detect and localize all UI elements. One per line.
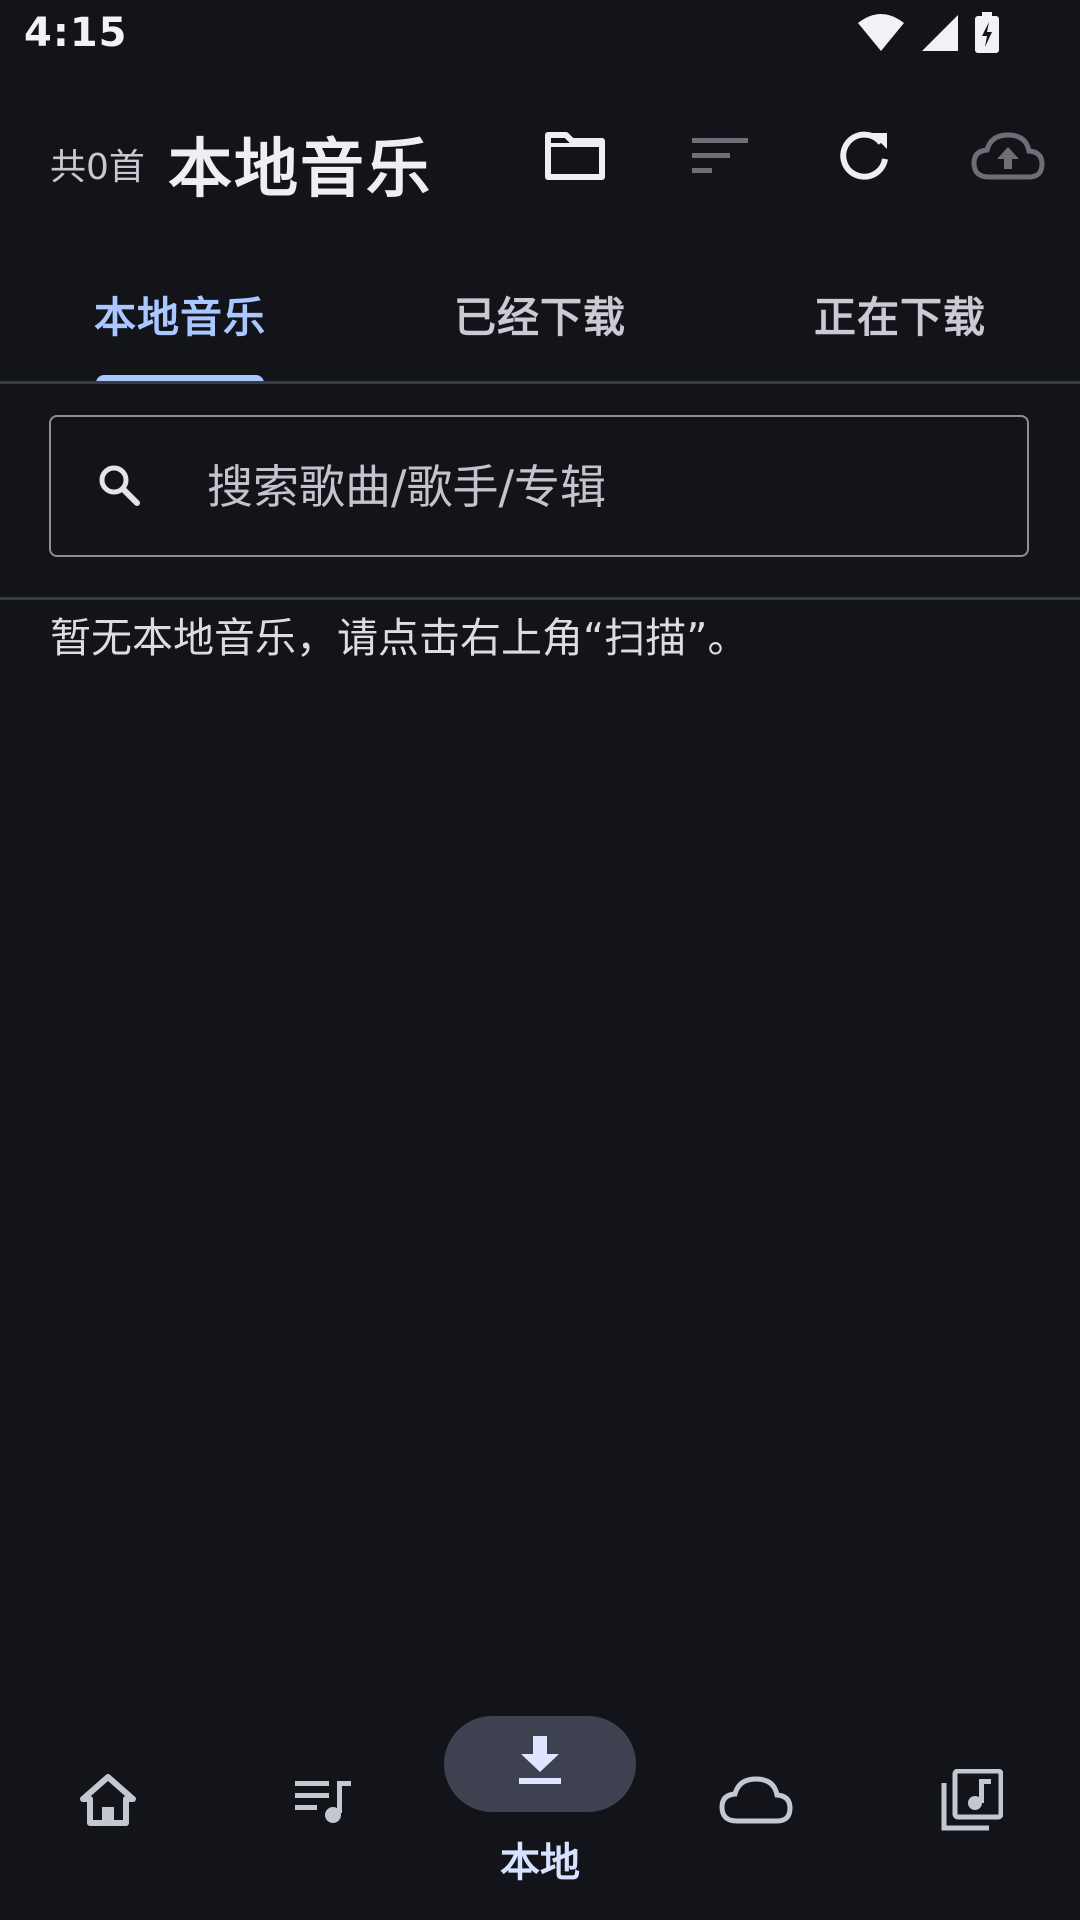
tab-label: 正在下载 bbox=[813, 293, 986, 342]
search-input[interactable] bbox=[205, 443, 989, 531]
sort-button[interactable] bbox=[680, 118, 760, 198]
tab-label: 本地音乐 bbox=[93, 293, 266, 342]
wifi-icon bbox=[856, 13, 906, 53]
status-bar: 4:15 bbox=[0, 0, 1080, 72]
queue-music-icon bbox=[293, 1775, 355, 1825]
tab-downloaded[interactable]: 已经下载 bbox=[360, 240, 720, 382]
folder-icon bbox=[544, 131, 606, 185]
signal-icon bbox=[920, 13, 960, 53]
list-divider bbox=[0, 597, 1080, 600]
nav-playlist[interactable] bbox=[216, 1700, 432, 1920]
tab-bar: 本地音乐 已经下载 正在下载 bbox=[0, 240, 1080, 382]
refresh-button[interactable] bbox=[824, 118, 904, 198]
cloud-upload-button[interactable] bbox=[968, 118, 1048, 198]
tabs-divider bbox=[0, 381, 1080, 384]
page-title: 本地音乐 bbox=[168, 133, 432, 207]
tab-downloading[interactable]: 正在下载 bbox=[720, 240, 1080, 382]
empty-state-message: 暂无本地音乐，请点击右上角“扫描”。 bbox=[50, 614, 749, 662]
song-count: 共0首 bbox=[50, 147, 145, 188]
sort-icon bbox=[692, 136, 748, 180]
search-box[interactable] bbox=[49, 415, 1029, 557]
status-time: 4:15 bbox=[24, 10, 128, 56]
library-music-icon bbox=[941, 1769, 1003, 1831]
nav-local-label: 本地 bbox=[500, 1840, 580, 1886]
folder-button[interactable] bbox=[535, 118, 615, 198]
nav-cloud[interactable] bbox=[648, 1700, 864, 1920]
nav-home[interactable] bbox=[0, 1700, 216, 1920]
battery-charging-icon bbox=[974, 12, 1000, 54]
refresh-icon bbox=[837, 129, 891, 187]
search-icon bbox=[97, 463, 141, 511]
cloud-upload-icon bbox=[971, 131, 1045, 185]
home-icon bbox=[79, 1773, 137, 1827]
tab-local-music[interactable]: 本地音乐 bbox=[0, 240, 360, 382]
nav-library[interactable] bbox=[864, 1700, 1080, 1920]
status-icons bbox=[856, 12, 1000, 54]
download-icon bbox=[515, 1734, 565, 1786]
tab-label: 已经下载 bbox=[453, 293, 626, 342]
nav-local[interactable]: 本地 bbox=[432, 1700, 648, 1920]
cloud-icon bbox=[719, 1775, 793, 1825]
bottom-navigation: 本地 bbox=[0, 1700, 1080, 1920]
